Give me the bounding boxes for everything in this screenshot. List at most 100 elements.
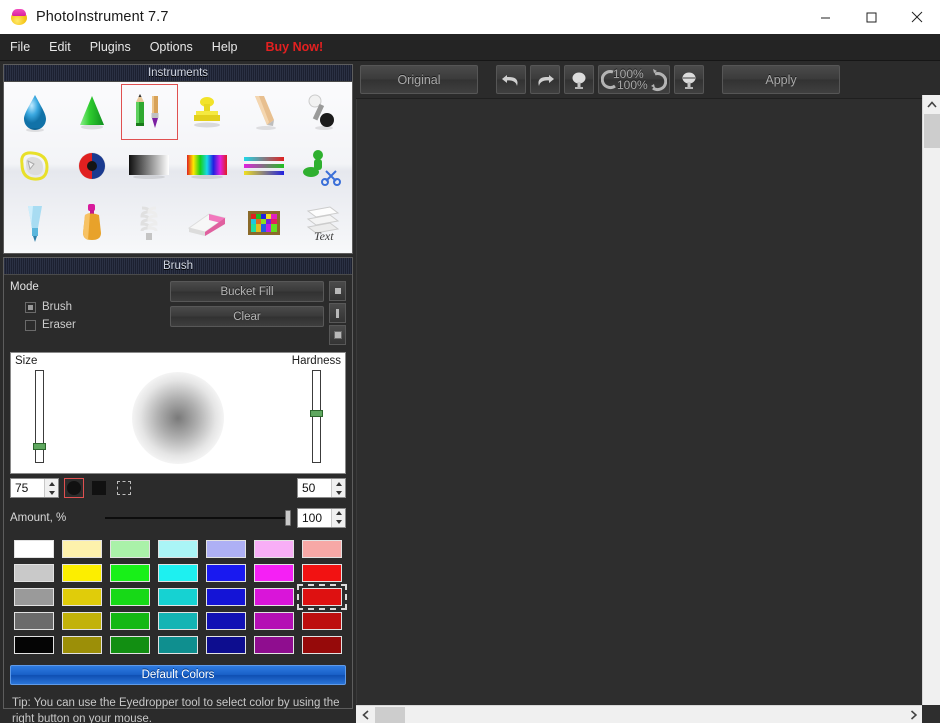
zoom-in-button[interactable] (674, 65, 704, 94)
tool-smudge-cone[interactable] (63, 84, 120, 140)
amount-input[interactable]: 100 (297, 507, 346, 528)
color-swatch[interactable] (250, 633, 298, 657)
vertical-scrollbar-thumb[interactable] (924, 114, 940, 148)
color-swatch[interactable] (106, 561, 154, 585)
zoom-out-button[interactable] (564, 65, 594, 94)
color-swatch[interactable] (298, 537, 346, 561)
color-swatch[interactable] (154, 537, 202, 561)
menu-item-buy-now[interactable]: Buy Now! (257, 37, 333, 58)
color-swatch[interactable] (154, 609, 202, 633)
color-swatch[interactable] (10, 585, 58, 609)
color-swatch[interactable] (298, 561, 346, 585)
color-swatch[interactable] (106, 537, 154, 561)
size-stepper-up[interactable] (45, 479, 58, 488)
color-swatch[interactable] (10, 633, 58, 657)
hardness-input[interactable]: 50 (297, 478, 346, 498)
color-swatch[interactable] (154, 633, 202, 657)
hardness-slider[interactable] (310, 370, 323, 463)
hardness-slider-thumb[interactable] (310, 410, 323, 417)
size-slider-thumb[interactable] (33, 443, 46, 450)
color-swatch[interactable] (298, 633, 346, 657)
tool-gradient-rainbow[interactable] (178, 140, 235, 196)
redo-button[interactable] (530, 65, 560, 94)
color-swatch[interactable] (58, 585, 106, 609)
tool-texture[interactable] (235, 195, 292, 251)
menu-item-edit[interactable]: Edit (40, 37, 80, 58)
color-swatch[interactable] (106, 585, 154, 609)
color-swatch[interactable] (154, 585, 202, 609)
vertical-scrollbar[interactable] (922, 95, 940, 723)
color-swatch[interactable] (106, 633, 154, 657)
size-input[interactable]: 75 (10, 478, 59, 498)
tool-light-bulb[interactable] (121, 195, 178, 251)
color-swatch[interactable] (202, 633, 250, 657)
tool-blur-water-drop[interactable] (6, 84, 63, 140)
menu-item-plugins[interactable]: Plugins (81, 37, 140, 58)
tool-gradient-gray[interactable] (121, 140, 178, 196)
narrow-bar-button[interactable] (329, 303, 346, 323)
horizontal-scrollbar-thumb[interactable] (375, 707, 405, 723)
apply-button[interactable]: Apply (722, 65, 840, 94)
large-square-button[interactable] (329, 325, 346, 345)
menu-item-options[interactable]: Options (141, 37, 202, 58)
color-swatch[interactable] (58, 609, 106, 633)
undo-button[interactable] (496, 65, 526, 94)
horizontal-scrollbar[interactable] (356, 705, 922, 723)
size-slider[interactable] (33, 370, 46, 463)
tool-red-eye[interactable] (63, 140, 120, 196)
color-swatch[interactable] (250, 585, 298, 609)
menu-item-help[interactable]: Help (203, 37, 247, 58)
color-swatch[interactable] (250, 537, 298, 561)
amount-stepper[interactable] (331, 508, 345, 527)
tool-brush-pencil[interactable] (120, 84, 178, 140)
color-swatch[interactable] (10, 537, 58, 561)
close-button[interactable] (894, 0, 940, 34)
minimize-button[interactable] (802, 0, 848, 34)
color-swatch[interactable] (202, 609, 250, 633)
square-brush-button[interactable] (89, 478, 109, 498)
scroll-right-button[interactable] (904, 706, 922, 723)
scroll-left-button[interactable] (356, 706, 374, 723)
clear-button[interactable]: Clear (170, 306, 324, 327)
image-canvas[interactable] (356, 99, 922, 704)
tool-patch[interactable] (235, 84, 292, 140)
bucket-fill-button[interactable]: Bucket Fill (170, 281, 324, 302)
mode-radio-eraser[interactable]: Eraser (25, 316, 170, 334)
small-square-button[interactable] (329, 281, 346, 301)
color-swatch[interactable] (202, 537, 250, 561)
tool-color-balance[interactable] (235, 140, 292, 196)
size-stepper[interactable] (44, 479, 58, 497)
color-swatch[interactable] (297, 584, 347, 610)
tool-airbrush[interactable] (6, 195, 63, 251)
tool-liquify[interactable] (293, 84, 350, 140)
tool-clone-stamp[interactable] (178, 84, 235, 140)
hardness-stepper-down[interactable] (332, 488, 345, 497)
tool-clone-scissors[interactable] (293, 140, 350, 196)
custom-brush-button[interactable] (114, 478, 134, 498)
amount-stepper-down[interactable] (332, 518, 345, 527)
color-swatch[interactable] (250, 561, 298, 585)
size-stepper-down[interactable] (45, 488, 58, 497)
maximize-button[interactable] (848, 0, 894, 34)
color-swatch[interactable] (202, 561, 250, 585)
default-colors-button[interactable]: Default Colors (10, 665, 346, 685)
amount-slider-thumb[interactable] (285, 509, 291, 526)
mode-radio-brush[interactable]: Brush (25, 298, 170, 316)
hardness-stepper-up[interactable] (332, 479, 345, 488)
menu-item-file[interactable]: File (1, 37, 39, 58)
color-swatch[interactable] (58, 537, 106, 561)
tool-text-layers[interactable]: Text (293, 195, 350, 251)
original-button[interactable]: Original (360, 65, 478, 94)
zoom-level-indicator[interactable]: 100% 100% (598, 65, 670, 94)
color-swatch[interactable] (250, 609, 298, 633)
color-swatch[interactable] (154, 561, 202, 585)
tool-lasso-select[interactable] (6, 140, 63, 196)
scroll-up-button[interactable] (923, 95, 940, 113)
round-brush-button[interactable] (64, 478, 84, 498)
color-swatch[interactable] (298, 609, 346, 633)
color-swatch[interactable] (10, 561, 58, 585)
color-swatch[interactable] (58, 561, 106, 585)
hardness-stepper[interactable] (331, 479, 345, 497)
amount-slider[interactable] (105, 509, 291, 526)
tool-eraser[interactable] (178, 195, 235, 251)
